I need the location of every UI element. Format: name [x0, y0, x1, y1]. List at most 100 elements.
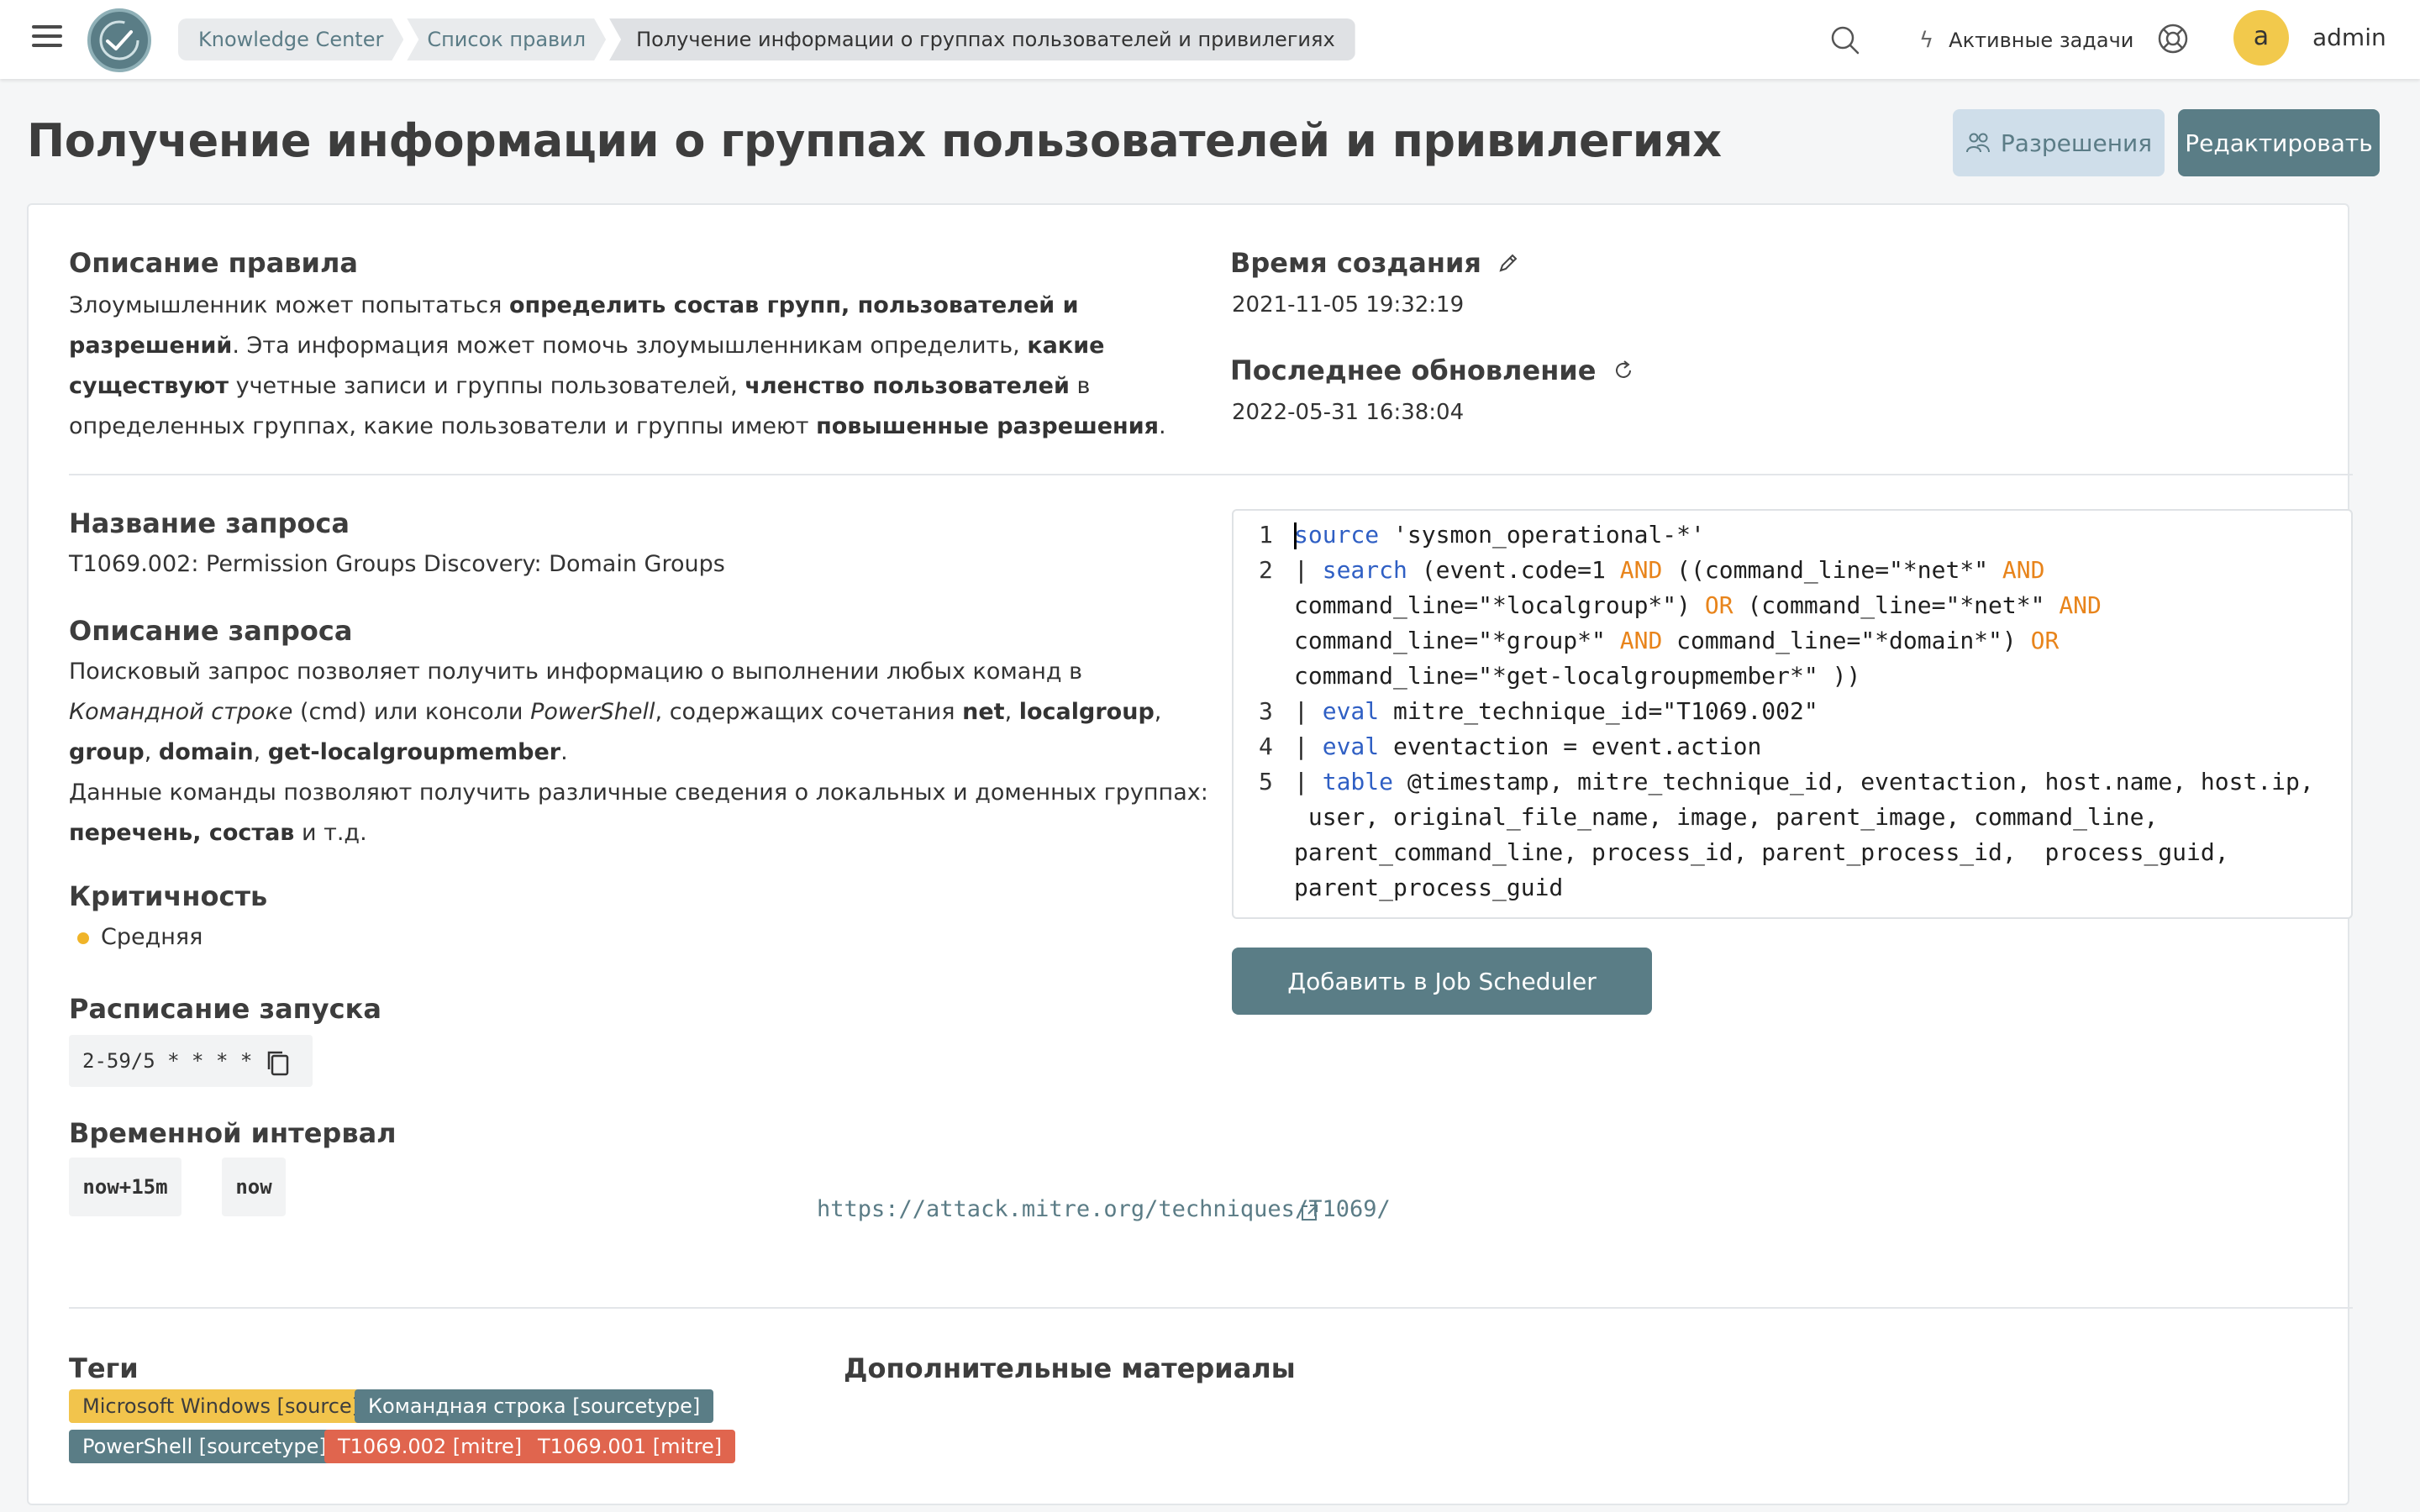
- text-segment: net: [962, 699, 1005, 725]
- text-segment: .: [560, 739, 568, 765]
- code-line: parent_process_guid: [1294, 874, 1563, 901]
- created-heading: Время создания: [1230, 247, 1521, 279]
- rule-description-heading: Описание правила: [69, 247, 358, 279]
- section-divider: [69, 1307, 2353, 1309]
- code-text: command_line="*get-localgroupmember*" )): [1294, 662, 1861, 690]
- code-operator: OR: [2030, 627, 2060, 654]
- users-icon: [1965, 133, 1990, 153]
- breadcrumb-knowledge-center[interactable]: Knowledge Center: [178, 18, 403, 60]
- code-text: parent_process_guid: [1294, 874, 1564, 901]
- code-text: |: [1294, 556, 1323, 584]
- code-line: | eval mitre_technique_id="T1069.002": [1294, 697, 1818, 725]
- created-heading-label: Время создания: [1230, 247, 1481, 279]
- text-segment: (cmd) или консоли: [292, 699, 531, 725]
- interval-to-chip: now: [222, 1158, 286, 1216]
- tag-command-line[interactable]: Командная строка [sourcetype]: [355, 1389, 714, 1423]
- code-text: 'sysmon_operational-*': [1379, 521, 1705, 549]
- active-tasks-label: Активные задачи: [1949, 29, 2134, 52]
- code-operator: OR: [1704, 591, 1733, 619]
- query-code-editor[interactable]: 1 2 3 4 5 source 'sysmon_operational-*' |…: [1232, 509, 2353, 919]
- rule-description-text: Злоумышленник может попытаться определит…: [69, 286, 1212, 447]
- text-segment: ,: [253, 739, 268, 765]
- code-text: (event.code=1: [1407, 556, 1620, 584]
- tag-powershell[interactable]: PowerShell [sourcetype]: [69, 1430, 340, 1463]
- tag-microsoft-windows[interactable]: Microsoft Windows [source]: [69, 1389, 374, 1423]
- text-segment: состав: [208, 820, 295, 846]
- code-text: |: [1294, 732, 1323, 760]
- interval-heading: Временной интервал: [69, 1117, 397, 1149]
- permissions-button[interactable]: Разрешения: [1953, 109, 2165, 176]
- code-text: parent_command_line, process_id, parent_…: [1294, 838, 2229, 866]
- line-number: 4: [1259, 732, 1273, 760]
- line-number: 1: [1259, 521, 1273, 549]
- code-keyword: table: [1322, 768, 1394, 795]
- username[interactable]: admin: [2312, 24, 2386, 51]
- severity-heading: Критичность: [69, 880, 268, 912]
- copy-icon[interactable]: [266, 1049, 291, 1078]
- app-logo[interactable]: [87, 8, 151, 72]
- text-segment: group: [69, 739, 145, 765]
- code-keyword: eval: [1322, 697, 1380, 725]
- edit-button[interactable]: Редактировать: [2178, 109, 2380, 176]
- text-segment: ,: [1154, 699, 1162, 725]
- code-text: mitre_technique_id="T1069.002": [1379, 697, 1818, 725]
- text-segment: членство пользователей: [744, 373, 1070, 399]
- text-segment: перечень: [69, 820, 193, 846]
- code-text: eventaction = event.action: [1379, 732, 1762, 760]
- text-segment: .: [1158, 413, 1166, 439]
- code-text: |: [1294, 697, 1323, 725]
- search-icon[interactable]: [1828, 24, 1862, 57]
- updated-heading: Последнее обновление: [1230, 354, 1636, 386]
- code-text: ((command_line="*net*": [1662, 556, 2002, 584]
- active-tasks-button[interactable]: ϟ Активные задачи: [1919, 24, 2133, 57]
- code-text: |: [1294, 768, 1323, 795]
- code-line: command_line="*get-localgroupmember*" )): [1294, 662, 1860, 690]
- query-description-heading: Описание запроса: [69, 615, 353, 647]
- updated-value: 2022-05-31 16:38:04: [1232, 400, 1465, 425]
- text-segment: и т.д.: [294, 820, 367, 846]
- query-description-paragraph-2: Данные команды позволяют получить различ…: [69, 773, 1212, 853]
- query-description-text: Поисковый запрос позволяет получить инфо…: [69, 652, 1212, 853]
- code-keyword: source: [1294, 521, 1380, 549]
- rule-details-card: Описание правила Злоумышленник может поп…: [27, 203, 2353, 1505]
- external-link-icon[interactable]: [1299, 1203, 1319, 1223]
- code-line: command_line="*localgroup*") OR (command…: [1294, 591, 2102, 619]
- avatar[interactable]: a: [2233, 10, 2289, 66]
- severity-dot: [77, 932, 89, 944]
- text-segment: ,: [144, 739, 159, 765]
- pencil-icon[interactable]: [1496, 250, 1521, 276]
- schedule-heading: Расписание запуска: [69, 993, 381, 1025]
- code-line: | eval eventaction = event.action: [1294, 732, 1761, 760]
- code-line: source 'sysmon_operational-*': [1294, 521, 1705, 549]
- code-text: user, original_file_name, image, parent_…: [1294, 803, 2159, 831]
- hamburger-menu-icon[interactable]: [32, 25, 62, 50]
- severity-value: Средняя: [101, 924, 203, 950]
- code-line: parent_command_line, process_id, parent_…: [1294, 838, 2229, 866]
- code-line: | search (event.code=1 AND ((command_lin…: [1294, 556, 2044, 584]
- refresh-icon[interactable]: [1611, 358, 1636, 383]
- code-text: command_line="*group*": [1294, 627, 1620, 654]
- query-name-value: T1069.002: Permission Groups Discovery: …: [69, 551, 725, 577]
- breadcrumb-rule-list[interactable]: Список правил: [407, 18, 606, 60]
- code-operator: AND: [2002, 556, 2045, 584]
- breadcrumb-current-rule: Получение информации о группах пользоват…: [609, 18, 1355, 60]
- text-segment: PowerShell: [530, 699, 655, 725]
- query-name-heading: Название запроса: [69, 507, 350, 539]
- tag-t1069-001[interactable]: T1069.001 [mitre]: [524, 1430, 736, 1463]
- code-keyword: search: [1322, 556, 1407, 584]
- code-text: @timestamp, mitre_technique_id, eventact…: [1393, 768, 2314, 795]
- code-operator: AND: [1619, 627, 1663, 654]
- text-segment: , содержащих сочетания: [655, 699, 963, 725]
- tag-t1069-002[interactable]: T1069.002 [mitre]: [324, 1430, 536, 1463]
- created-value: 2021-11-05 19:32:19: [1232, 292, 1465, 318]
- checkmark-logo-icon: [99, 20, 139, 60]
- lifebuoy-help-icon[interactable]: [2156, 22, 2190, 55]
- text-segment: Командной строке: [69, 699, 293, 725]
- text-segment: Поисковый запрос позволяет получить инфо…: [69, 659, 1083, 685]
- query-description-paragraph-1: Поисковый запрос позволяет получить инфо…: [69, 652, 1212, 773]
- page-title: Получение информации о группах пользоват…: [27, 114, 1722, 167]
- text-segment: ,: [192, 820, 209, 846]
- add-to-job-scheduler-button[interactable]: Добавить в Job Scheduler: [1232, 948, 1652, 1015]
- line-number: 5: [1259, 768, 1273, 795]
- code-line: user, original_file_name, image, parent_…: [1294, 803, 2158, 831]
